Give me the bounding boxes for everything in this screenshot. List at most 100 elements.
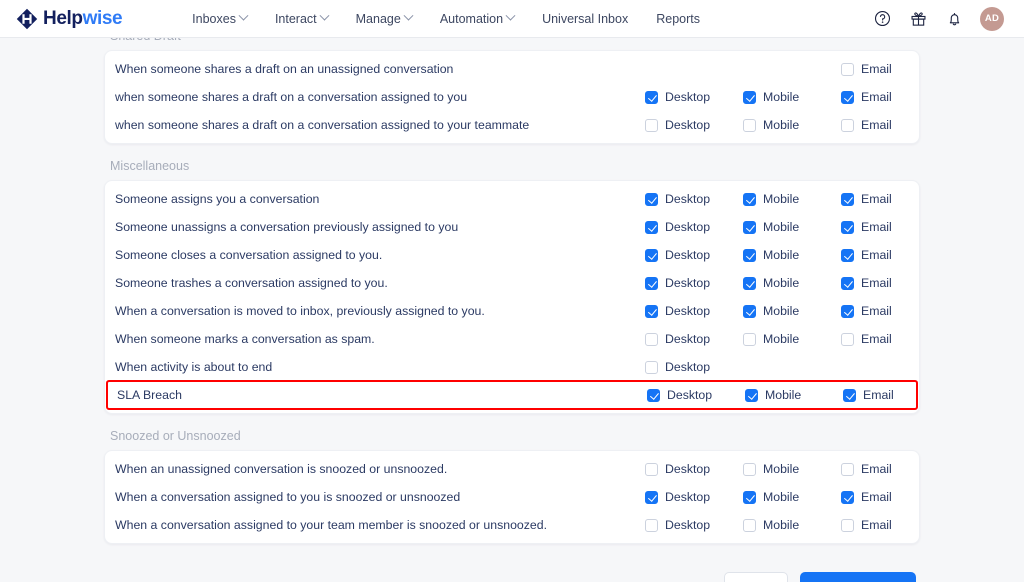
option-mobile-checkbox[interactable] [743, 248, 756, 262]
option-desktop[interactable]: Desktop [645, 118, 743, 132]
option-mobile-checkbox[interactable] [743, 118, 756, 132]
brand-logo[interactable]: Helpwise [16, 8, 123, 30]
option-mobile-checkbox[interactable] [745, 388, 758, 402]
option-desktop[interactable]: Desktop [645, 304, 743, 318]
option-email[interactable]: Email [841, 462, 939, 476]
option-mobile[interactable]: Mobile [743, 90, 841, 104]
option-mobile[interactable]: Mobile [743, 220, 841, 234]
option-mobile[interactable]: Mobile [743, 248, 841, 262]
option-email[interactable]: Email [841, 220, 939, 234]
nav-item-label: Universal Inbox [542, 11, 629, 26]
option-desktop[interactable]: Desktop [645, 90, 743, 104]
undo-button[interactable]: Undo [724, 572, 788, 582]
option-desktop-checkbox[interactable] [645, 518, 658, 532]
option-mobile-checkbox[interactable] [743, 462, 756, 476]
settings-row-options: DesktopMobileEmail [645, 62, 939, 76]
option-email-checkbox[interactable] [841, 248, 854, 262]
option-desktop-checkbox[interactable] [645, 248, 658, 262]
option-mobile-checkbox[interactable] [743, 490, 756, 504]
option-mobile[interactable]: Mobile [743, 462, 841, 476]
option-email[interactable]: Email [841, 276, 939, 290]
gift-icon[interactable] [908, 9, 928, 29]
option-mobile[interactable]: Mobile [743, 490, 841, 504]
option-mobile[interactable]: Mobile [743, 118, 841, 132]
option-desktop-checkbox[interactable] [645, 332, 658, 346]
option-email-label: Email [863, 388, 894, 402]
option-desktop[interactable]: Desktop [647, 388, 745, 402]
helpwise-logo-icon [16, 8, 38, 30]
option-email-checkbox[interactable] [841, 192, 854, 206]
option-email[interactable]: Email [841, 332, 939, 346]
option-mobile[interactable]: Mobile [743, 304, 841, 318]
option-email[interactable]: Email [841, 192, 939, 206]
option-desktop-checkbox[interactable] [645, 90, 658, 104]
option-email[interactable]: Email [841, 304, 939, 318]
option-email[interactable]: Email [841, 62, 939, 76]
option-mobile-checkbox[interactable] [743, 90, 756, 104]
option-email-checkbox[interactable] [841, 332, 854, 346]
option-email-checkbox[interactable] [841, 276, 854, 290]
option-desktop[interactable]: Desktop [645, 220, 743, 234]
option-email-checkbox[interactable] [841, 304, 854, 318]
option-mobile[interactable]: Mobile [745, 388, 843, 402]
nav-item-universal-inbox[interactable]: Universal Inbox [528, 6, 642, 32]
save-changes-button[interactable]: Save Changes [799, 572, 916, 582]
option-email[interactable]: Email [843, 388, 941, 402]
settings-card: When an unassigned conversation is snooz… [104, 450, 920, 544]
nav-item-inboxes[interactable]: Inboxes [178, 6, 261, 32]
option-desktop[interactable]: Desktop [645, 248, 743, 262]
option-desktop[interactable]: Desktop [645, 518, 743, 532]
settings-scroll-area[interactable]: Shared Draft When someone shares a draft … [0, 38, 1024, 582]
option-email[interactable]: Email [841, 118, 939, 132]
option-mobile-checkbox[interactable] [743, 220, 756, 234]
option-email[interactable]: Email [841, 248, 939, 262]
option-email-checkbox[interactable] [841, 220, 854, 234]
option-mobile-checkbox[interactable] [743, 304, 756, 318]
option-desktop-checkbox[interactable] [647, 388, 660, 402]
bell-icon[interactable] [944, 9, 964, 29]
option-email[interactable]: Email [841, 490, 939, 504]
option-mobile-checkbox[interactable] [743, 276, 756, 290]
option-email-checkbox[interactable] [841, 518, 854, 532]
settings-row-options: DesktopMobileEmail [645, 276, 939, 290]
option-desktop-checkbox[interactable] [645, 360, 658, 374]
option-mobile-checkbox[interactable] [743, 192, 756, 206]
option-desktop-checkbox[interactable] [645, 220, 658, 234]
option-desktop[interactable]: Desktop [645, 192, 743, 206]
option-mobile[interactable]: Mobile [743, 332, 841, 346]
nav-item-reports[interactable]: Reports [642, 6, 714, 32]
option-desktop-checkbox[interactable] [645, 490, 658, 504]
nav-item-automation[interactable]: Automation [426, 6, 528, 32]
option-desktop[interactable]: Desktop [645, 462, 743, 476]
option-email-checkbox[interactable] [841, 62, 854, 76]
option-email[interactable]: Email [841, 518, 939, 532]
option-email-checkbox[interactable] [841, 462, 854, 476]
option-desktop[interactable]: Desktop [645, 360, 743, 374]
nav-item-interact[interactable]: Interact [261, 6, 342, 32]
help-circle-icon[interactable] [872, 9, 892, 29]
option-desktop-checkbox[interactable] [645, 462, 658, 476]
option-desktop-checkbox[interactable] [645, 192, 658, 206]
option-desktop-label: Desktop [665, 462, 711, 476]
option-email-label: Email [861, 220, 892, 234]
option-email-checkbox[interactable] [841, 90, 854, 104]
avatar[interactable]: AD [980, 6, 1004, 31]
option-mobile[interactable]: Mobile [743, 276, 841, 290]
option-email-checkbox[interactable] [841, 118, 854, 132]
settings-card: When someone shares a draft on an unassi… [104, 50, 920, 144]
option-mobile[interactable]: Mobile [743, 192, 841, 206]
nav-item-manage[interactable]: Manage [342, 6, 426, 32]
option-desktop-label: Desktop [665, 304, 711, 318]
option-mobile-checkbox[interactable] [743, 518, 756, 532]
option-mobile[interactable]: Mobile [743, 518, 841, 532]
option-desktop[interactable]: Desktop [645, 276, 743, 290]
option-desktop-checkbox[interactable] [645, 304, 658, 318]
option-email-checkbox[interactable] [841, 490, 854, 504]
option-desktop[interactable]: Desktop [645, 332, 743, 346]
option-desktop-checkbox[interactable] [645, 118, 658, 132]
option-email[interactable]: Email [841, 90, 939, 104]
option-mobile-checkbox[interactable] [743, 332, 756, 346]
option-desktop-checkbox[interactable] [645, 276, 658, 290]
option-desktop[interactable]: Desktop [645, 490, 743, 504]
option-email-checkbox[interactable] [843, 388, 856, 402]
